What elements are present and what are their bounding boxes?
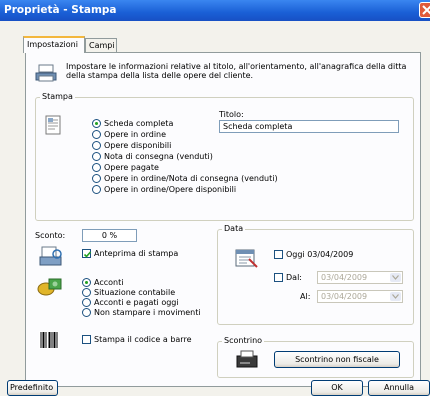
- predefinito-button[interactable]: Predefinito: [7, 380, 58, 396]
- calendar-icon: [235, 247, 259, 271]
- oggi-label: Oggi 03/04/2009: [286, 250, 354, 259]
- scontrino-group: Scontrino Scontrino non fiscale: [217, 336, 414, 378]
- radio-opere-disponibili[interactable]: [92, 141, 101, 150]
- preview-icon: [39, 246, 63, 270]
- chevron-down-icon: [392, 294, 399, 299]
- dal-date-value: 03/04/2009: [321, 273, 368, 282]
- radio-acconti-pagati-oggi[interactable]: [82, 298, 91, 307]
- anteprima-label: Anteprima di stampa: [94, 249, 179, 258]
- option-scheda-completa: Scheda completa: [104, 119, 174, 128]
- data-group: Data Oggi 03/04/2009 Dal: 03/04/2009 Al:…: [217, 224, 414, 325]
- annulla-button[interactable]: Annulla: [368, 380, 430, 396]
- intro-line-2: della stampa della lista delle opere del…: [66, 71, 254, 80]
- option-ordine-disponibili: Opere in ordine/Opere disponibili: [104, 185, 237, 194]
- printer-icon: [35, 63, 57, 85]
- close-button[interactable]: [419, 2, 430, 18]
- titolo-label: Titolo:: [219, 110, 244, 119]
- barcode-icon: [39, 331, 59, 351]
- chevron-down-icon: [392, 275, 399, 280]
- option-opere-pagate: Opere pagate: [104, 163, 159, 172]
- option-ordine-nota: Opere in ordine/Nota di consegna (vendut…: [104, 174, 278, 183]
- tab-impostazioni[interactable]: Impostazioni: [23, 36, 85, 53]
- scontrino-legend: Scontrino: [222, 336, 265, 345]
- dal-label: Dal:: [286, 273, 302, 282]
- checkmark-icon: [83, 251, 92, 258]
- intro-line-1: Impostare le informazioni relative al ti…: [66, 62, 407, 71]
- receipt-printer-icon: [235, 350, 259, 372]
- al-label: Al:: [300, 292, 311, 301]
- sconto-input[interactable]: 0 %: [82, 229, 137, 242]
- money-icon: [37, 275, 63, 299]
- option-opere-disponibili: Opere disponibili: [104, 141, 172, 150]
- document-icon: [45, 115, 62, 137]
- al-dropdown-button[interactable]: [390, 292, 401, 301]
- stampa-legend: Stampa: [40, 92, 75, 101]
- al-date-picker[interactable]: 03/04/2009: [317, 290, 403, 303]
- radio-scheda-completa[interactable]: [92, 119, 101, 128]
- option-acconti-pagati-oggi: Acconti e pagati oggi: [94, 298, 179, 307]
- anteprima-checkbox[interactable]: [82, 249, 92, 258]
- barcode-checkbox[interactable]: [82, 335, 91, 344]
- tab-impostazioni-label: Impostazioni: [27, 40, 78, 49]
- radio-ordine-nota[interactable]: [92, 174, 101, 183]
- dal-date-picker[interactable]: 03/04/2009: [317, 271, 403, 284]
- radio-situazione-contabile[interactable]: [82, 288, 91, 297]
- sconto-label: Sconto:: [35, 231, 66, 240]
- stampa-group: Stampa Scheda completa Opere in ordine O…: [35, 92, 414, 221]
- dal-checkbox[interactable]: [274, 273, 283, 282]
- option-acconti: Acconti: [94, 278, 124, 287]
- option-situazione-contabile: Situazione contabile: [94, 288, 176, 297]
- titolo-input[interactable]: Scheda completa: [219, 120, 399, 133]
- dialog-body: Impostazioni Campi Impostare le informaz…: [0, 21, 430, 396]
- radio-nota-di-consegna[interactable]: [92, 152, 101, 161]
- window-title: Proprietà - Stampa: [4, 4, 117, 16]
- settings-panel: Impostare le informazioni relative al ti…: [25, 52, 421, 387]
- option-opere-in-ordine: Opere in ordine: [104, 130, 167, 139]
- barcode-label: Stampa il codice a barre: [94, 335, 192, 344]
- option-non-stampare: Non stampare i movimenti: [94, 308, 201, 317]
- radio-non-stampare[interactable]: [82, 308, 91, 317]
- tab-campi[interactable]: Campi: [85, 38, 117, 52]
- radio-opere-in-ordine[interactable]: [92, 130, 101, 139]
- oggi-checkbox[interactable]: [274, 250, 283, 259]
- option-nota-di-consegna: Nota di consegna (venduti): [104, 152, 213, 161]
- radio-opere-pagate[interactable]: [92, 163, 101, 172]
- scontrino-button[interactable]: Scontrino non fiscale: [274, 351, 400, 368]
- title-bar: Proprietà - Stampa: [0, 0, 430, 21]
- radio-acconti[interactable]: [82, 278, 91, 287]
- data-legend: Data: [222, 224, 246, 233]
- ok-button[interactable]: OK: [311, 380, 363, 396]
- tab-campi-label: Campi: [89, 41, 115, 50]
- radio-ordine-disponibili[interactable]: [92, 185, 101, 194]
- close-icon: [422, 5, 430, 15]
- al-date-value: 03/04/2009: [321, 292, 368, 301]
- dal-dropdown-button[interactable]: [390, 273, 401, 282]
